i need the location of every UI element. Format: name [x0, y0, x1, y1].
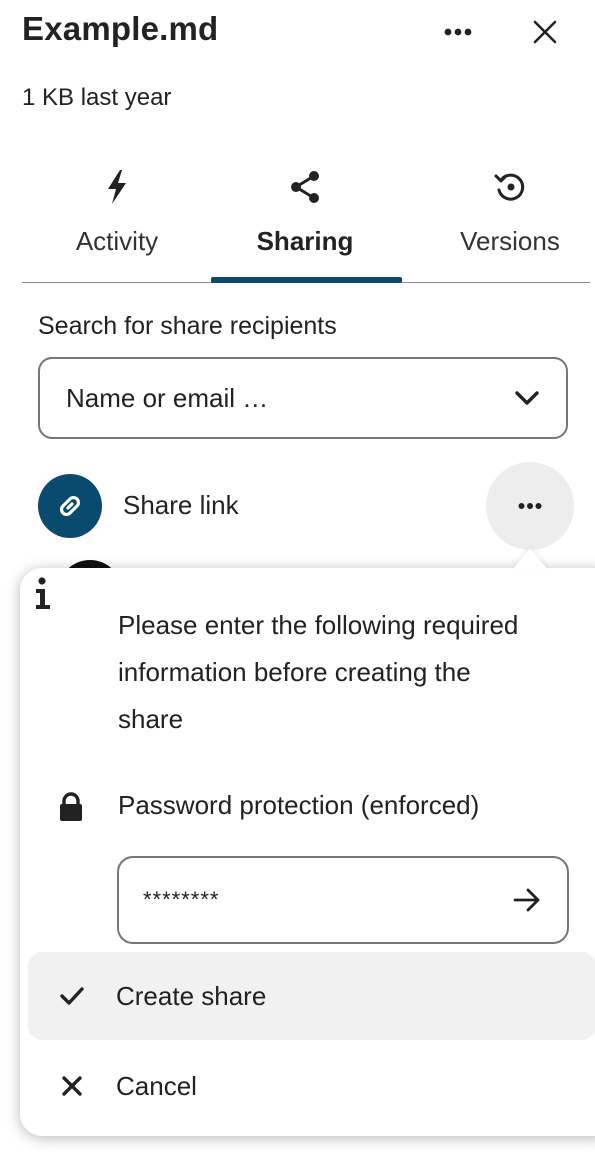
tab-versions-label: Versions: [460, 226, 560, 256]
close-icon: [533, 20, 557, 44]
share-icon: [291, 171, 319, 203]
file-title: Example.md: [22, 10, 219, 47]
close-icon: [62, 1076, 82, 1096]
link-icon: [59, 495, 81, 517]
password-submit-button[interactable]: [507, 880, 547, 920]
sharing-sidebar: Example.md 1 KB last year Activity Shari…: [0, 0, 595, 1169]
more-horizontal-icon: [444, 28, 472, 36]
share-link-row: Share link: [38, 462, 578, 550]
checkmark-icon: [60, 987, 84, 1005]
create-share-button[interactable]: Create share: [28, 952, 595, 1040]
popover-arrow: [512, 548, 548, 570]
password-field[interactable]: [117, 856, 569, 944]
search-input[interactable]: [66, 382, 514, 414]
cancel-label: Cancel: [116, 1070, 197, 1101]
share-popover: Please enter the following required info…: [20, 568, 595, 1136]
info-message: Please enter the following required info…: [118, 610, 519, 734]
tab-activity-label: Activity: [75, 226, 159, 256]
share-recipient-select[interactable]: [38, 357, 568, 439]
chevron-down-icon[interactable]: [514, 389, 540, 407]
password-protection-label: Password protection (enforced): [118, 790, 480, 820]
tab-activity[interactable]: Activity: [52, 158, 182, 282]
share-link-more-button[interactable]: [486, 462, 574, 550]
tab-sharing-label: Sharing: [256, 226, 354, 256]
password-input[interactable]: [143, 887, 507, 913]
active-tab-indicator: [211, 277, 402, 283]
search-label: Search for share recipients: [38, 312, 337, 340]
tab-versions[interactable]: Versions: [430, 158, 590, 282]
share-link-label: Share link: [123, 490, 239, 520]
tab-sharing[interactable]: Sharing: [210, 158, 400, 282]
share-link-avatar: [38, 474, 102, 538]
arrow-right-icon: [513, 888, 540, 912]
history-icon: [494, 173, 525, 201]
cancel-button[interactable]: Cancel: [28, 1042, 595, 1130]
tab-bar: Activity Sharing Versions: [22, 158, 590, 283]
file-info: 1 KB last year: [22, 84, 172, 111]
create-share-label: Create share: [116, 980, 267, 1011]
lock-icon: [60, 792, 82, 821]
more-actions-button[interactable]: [434, 8, 482, 56]
lightning-icon: [108, 170, 126, 204]
more-horizontal-icon: [518, 503, 542, 509]
info-icon: [36, 577, 50, 609]
close-sidebar-button[interactable]: [521, 8, 569, 56]
